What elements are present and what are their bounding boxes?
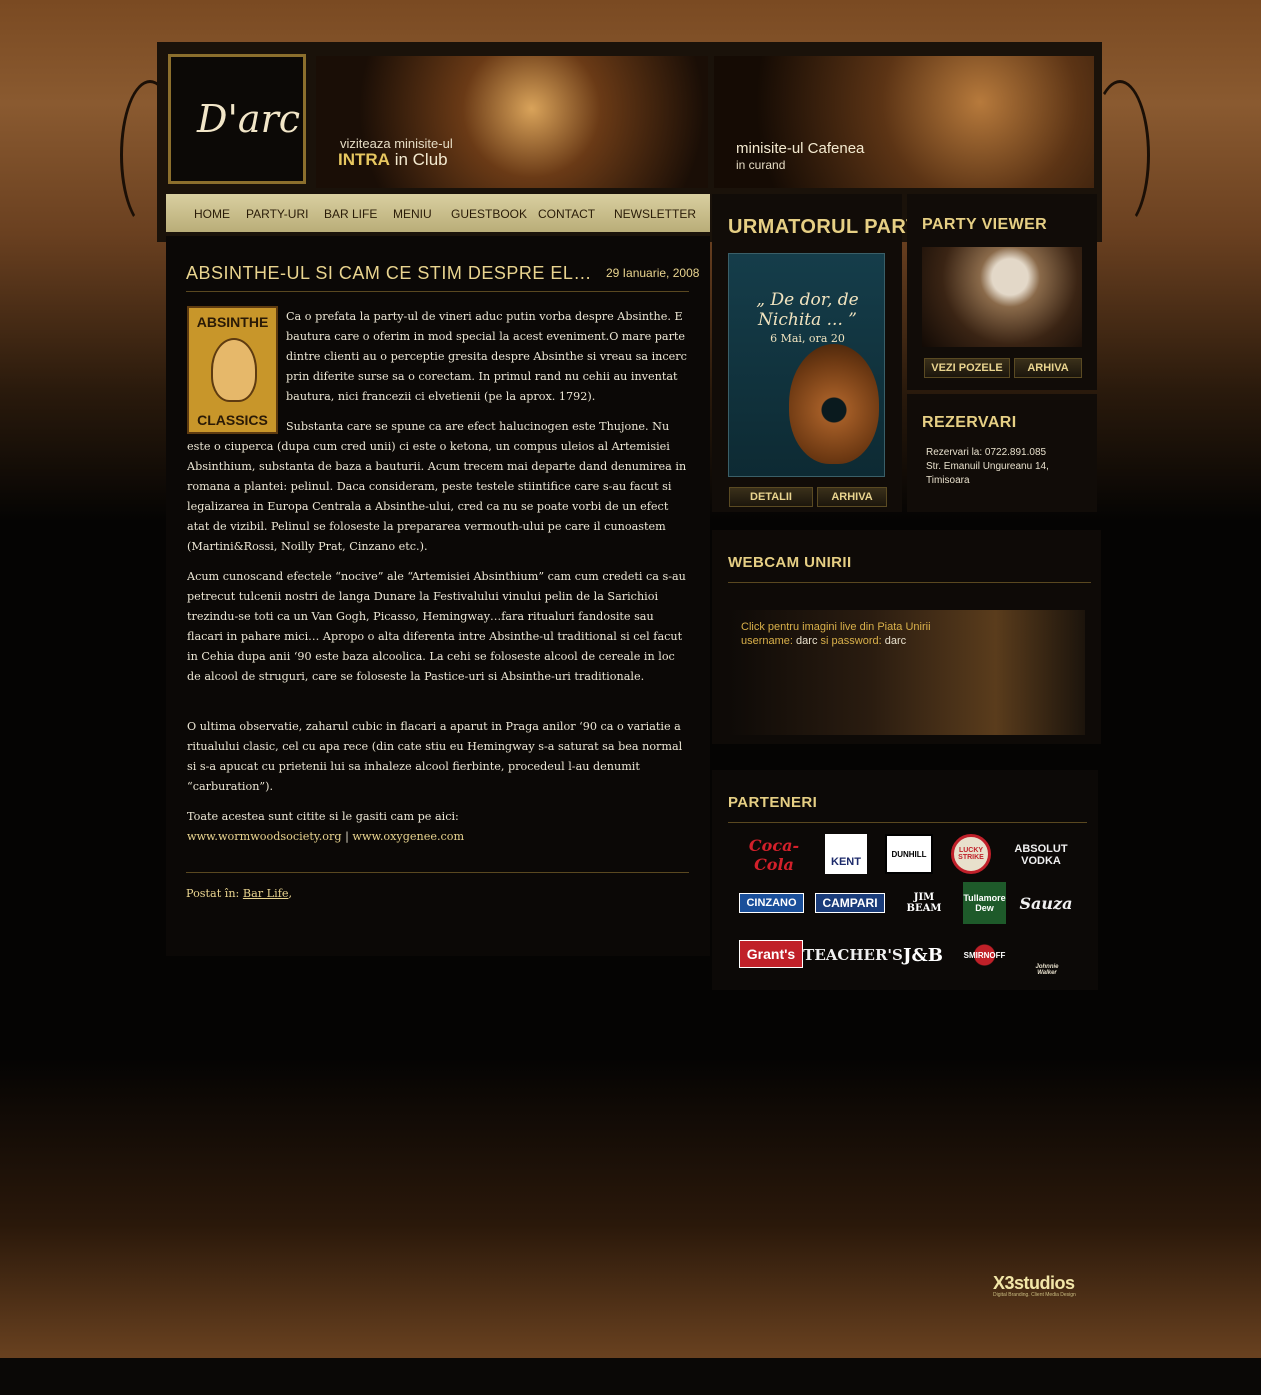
minisite-cafe-banner[interactable]: minisite-ul Cafenea in curand [714, 56, 1094, 188]
logo-cinzano[interactable]: CINZANO [739, 893, 804, 913]
logo-kent[interactable]: KENT [825, 834, 867, 874]
nav-item-bar-life[interactable]: BAR LIFE [324, 207, 377, 221]
webcam-pass-value: darc [884, 635, 907, 647]
nav-item-home[interactable]: HOME [194, 207, 230, 221]
next-party-poster[interactable]: „ De dor, de Nichita ... ” 6 Mai, ora 20 [728, 253, 885, 477]
absinthe-poster-top: ABSINTHE [196, 314, 269, 330]
reservations-street: Str. Emanuil Ungureanu 14, [926, 461, 1049, 472]
logo-jb[interactable]: J&B [903, 938, 943, 972]
minisite-club-highlight: INTRA [338, 150, 390, 169]
absinthe-poster-image: ABSINTHE CLASSICS [187, 306, 278, 434]
x3studios-tagline: Digital Branding. Client Media Design [993, 1292, 1076, 1298]
link-separator: | [345, 830, 349, 843]
minisite-cafe-line2: in curand [736, 158, 786, 172]
minisite-club-rest: in Club [394, 150, 448, 169]
link-oxygenee[interactable]: www.oxygenee.com [352, 830, 464, 843]
webcam-caption[interactable]: Click pentru imagini live din Piata Unir… [741, 620, 931, 648]
link-wormwoodsociety[interactable]: www.wormwoodsociety.org [187, 830, 342, 843]
reservations-title: REZERVARI [922, 414, 1017, 431]
logo-tullamore-dew[interactable]: Tullamore Dew [963, 882, 1006, 924]
partners-title: PARTENERI [728, 794, 818, 811]
poster-title: „ De dor, de Nichita ... ” [756, 290, 859, 330]
webcam-caption-line1: Click pentru imagini live din Piata Unir… [741, 621, 931, 633]
logo-johnnie-walker[interactable]: Johnnie Walker [1026, 928, 1068, 978]
party-viewer-archive-button[interactable]: ARHIVA [1014, 358, 1082, 378]
minisite-club-banner[interactable]: viziteaza minisite-ul INTRA in Club [316, 56, 708, 188]
logo-sauza[interactable]: Sauza [1018, 884, 1074, 922]
webcam-pass-label: si password: [820, 635, 882, 647]
post-links: www.wormwoodsociety.org | www.oxygenee.c… [187, 827, 689, 847]
posted-label: Postat în: [186, 887, 240, 900]
party-viewer-title: PARTY VIEWER [922, 216, 1048, 233]
post-date: 29 Ianuarie, 2008 [606, 266, 700, 280]
footer-floral-background [0, 1060, 1261, 1360]
logo-lucky-strike[interactable]: LUCKY STRIKE [951, 834, 991, 874]
reservations-phone: Rezervari la: 0722.891.085 [926, 447, 1047, 458]
x3studios-logo[interactable]: X3studios [993, 1273, 1075, 1294]
minisite-club-line1: viziteaza minisite-ul [340, 136, 453, 151]
details-button[interactable]: DETALII [729, 487, 813, 507]
logo-grants[interactable]: Grant's [739, 940, 803, 968]
title-divider [186, 291, 689, 292]
webcam-user-value: darc [796, 635, 818, 647]
nav-item-meniu[interactable]: MENIU [393, 207, 432, 221]
logo-teachers[interactable]: TEACHER'S [803, 940, 903, 970]
logo-dunhill[interactable]: DUNHILL [885, 834, 933, 874]
nav-item-guestbook[interactable]: GUESTBOOK [451, 207, 527, 221]
logo-text: D'arc [197, 97, 301, 141]
nav-item-contact[interactable]: CONTACT [538, 207, 595, 221]
minisite-cafe-line1: minisite-ul Cafenea [736, 140, 865, 157]
guitar-illustration [789, 344, 879, 464]
post-paragraph-2: Substanta care se spune ca are efect hal… [187, 420, 687, 553]
post-category: Postat în: Bar Life, [186, 887, 292, 900]
logo-coca-cola[interactable]: Coca-Cola [739, 836, 809, 874]
webcam-user-label: username: [741, 635, 793, 647]
webcam-credentials: username: darc si password: darc [741, 634, 931, 648]
footer-bar [0, 1358, 1261, 1395]
partners-divider [728, 822, 1087, 823]
webcam-title: WEBCAM UNIRII [728, 554, 852, 571]
category-link-bar-life[interactable]: Bar Life [243, 887, 289, 900]
post-paragraph-5: Toate acestea sunt citite si le gasiti c… [187, 810, 459, 823]
next-party-title: URMATORUL PARTY [728, 216, 933, 238]
logo-smirnoff[interactable]: SMIRNOFF [957, 938, 1012, 972]
reservations-city: Timisoara [926, 475, 970, 486]
post-paragraph-1: Ca o prefata la party-ul de vineri aduc … [286, 310, 687, 403]
site-logo[interactable]: D'arc [168, 54, 306, 184]
reservations-info: Rezervari la: 0722.891.085 Str. Emanuil … [926, 446, 1049, 488]
logo-campari[interactable]: CAMPARI [815, 893, 885, 913]
posted-suffix: , [288, 887, 293, 900]
logo-jim-beam[interactable]: JIM BEAM [899, 884, 949, 922]
nav-item-party-uri[interactable]: PARTY-URI [246, 207, 308, 221]
absinthe-poster-illustration [211, 338, 257, 402]
post-paragraph-4: O ultima observatie, zaharul cubic in fl… [187, 720, 683, 793]
webcam-divider [728, 582, 1091, 583]
post-footer-divider [186, 872, 689, 873]
post-title[interactable]: ABSINTHE-UL SI CAM CE STIM DESPRE EL… [186, 263, 592, 284]
minisite-club-line2: INTRA in Club [338, 150, 448, 170]
post-paragraph-3: Acum cunoscand efectele “nocive” ale “Ar… [187, 570, 686, 683]
next-party-archive-button[interactable]: ARHIVA [817, 487, 887, 507]
poster-date: 6 Mai, ora 20 [770, 332, 845, 345]
party-viewer-photo[interactable] [922, 247, 1082, 347]
logo-absolut-vodka[interactable]: ABSOLUT VODKA [1010, 838, 1072, 872]
main-nav: HOME PARTY-URI BAR LIFE MENIU GUESTBOOK … [166, 194, 710, 232]
nav-item-newsletter[interactable]: NEWSLETTER [614, 207, 696, 221]
view-photos-button[interactable]: VEZI POZELE [924, 358, 1010, 378]
